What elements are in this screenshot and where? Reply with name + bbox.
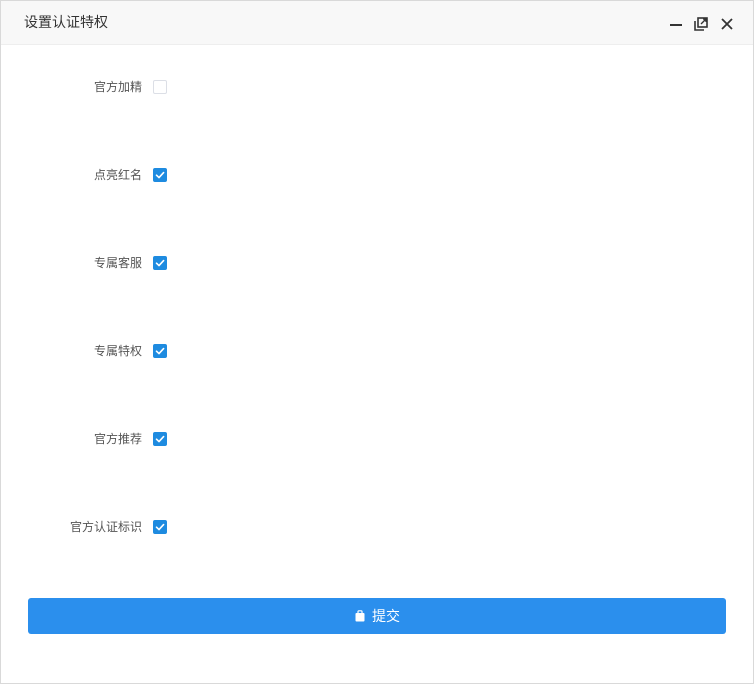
dialog-titlebar: 设置认证特权 [1, 1, 753, 45]
submit-icon [354, 610, 366, 622]
checkmark-icon [155, 435, 165, 443]
privilege-checkbox[interactable] [153, 520, 167, 534]
privilege-checkbox[interactable] [153, 344, 167, 358]
dialog-title: 设置认证特权 [24, 15, 108, 31]
privilege-label: 官方加精 [93, 80, 142, 94]
privilege-label: 专属特权 [93, 344, 142, 358]
privilege-dialog: 设置认证特权 官方加精 点亮红名 专属客服 专属特权 官方推荐 官方认证标识 提… [0, 0, 754, 684]
close-icon [721, 18, 733, 30]
privilege-checkbox[interactable] [153, 432, 167, 446]
checkmark-icon [155, 523, 165, 531]
privilege-label: 官方认证标识 [69, 520, 142, 534]
form-row: 专属特权 [1, 341, 753, 361]
minimize-button[interactable] [668, 16, 684, 32]
submit-button[interactable]: 提交 [28, 598, 726, 634]
form-row: 官方认证标识 [1, 517, 753, 537]
form-row: 官方加精 [1, 77, 753, 97]
privilege-checkbox[interactable] [153, 168, 167, 182]
minimize-icon [670, 24, 682, 26]
privilege-label: 专属客服 [93, 256, 142, 270]
form-row: 专属客服 [1, 253, 753, 273]
privilege-label: 点亮红名 [93, 168, 142, 182]
checkmark-icon [155, 259, 165, 267]
close-button[interactable] [719, 16, 735, 32]
privilege-checkbox[interactable] [153, 80, 167, 94]
maximize-button[interactable] [693, 16, 709, 32]
privilege-label: 官方推荐 [93, 432, 142, 446]
privilege-checkbox[interactable] [153, 256, 167, 270]
submit-label: 提交 [372, 609, 400, 625]
form-row: 点亮红名 [1, 165, 753, 185]
checkmark-icon [155, 171, 165, 179]
form-row: 官方推荐 [1, 429, 753, 449]
maximize-icon [694, 17, 708, 31]
checkmark-icon [155, 347, 165, 355]
